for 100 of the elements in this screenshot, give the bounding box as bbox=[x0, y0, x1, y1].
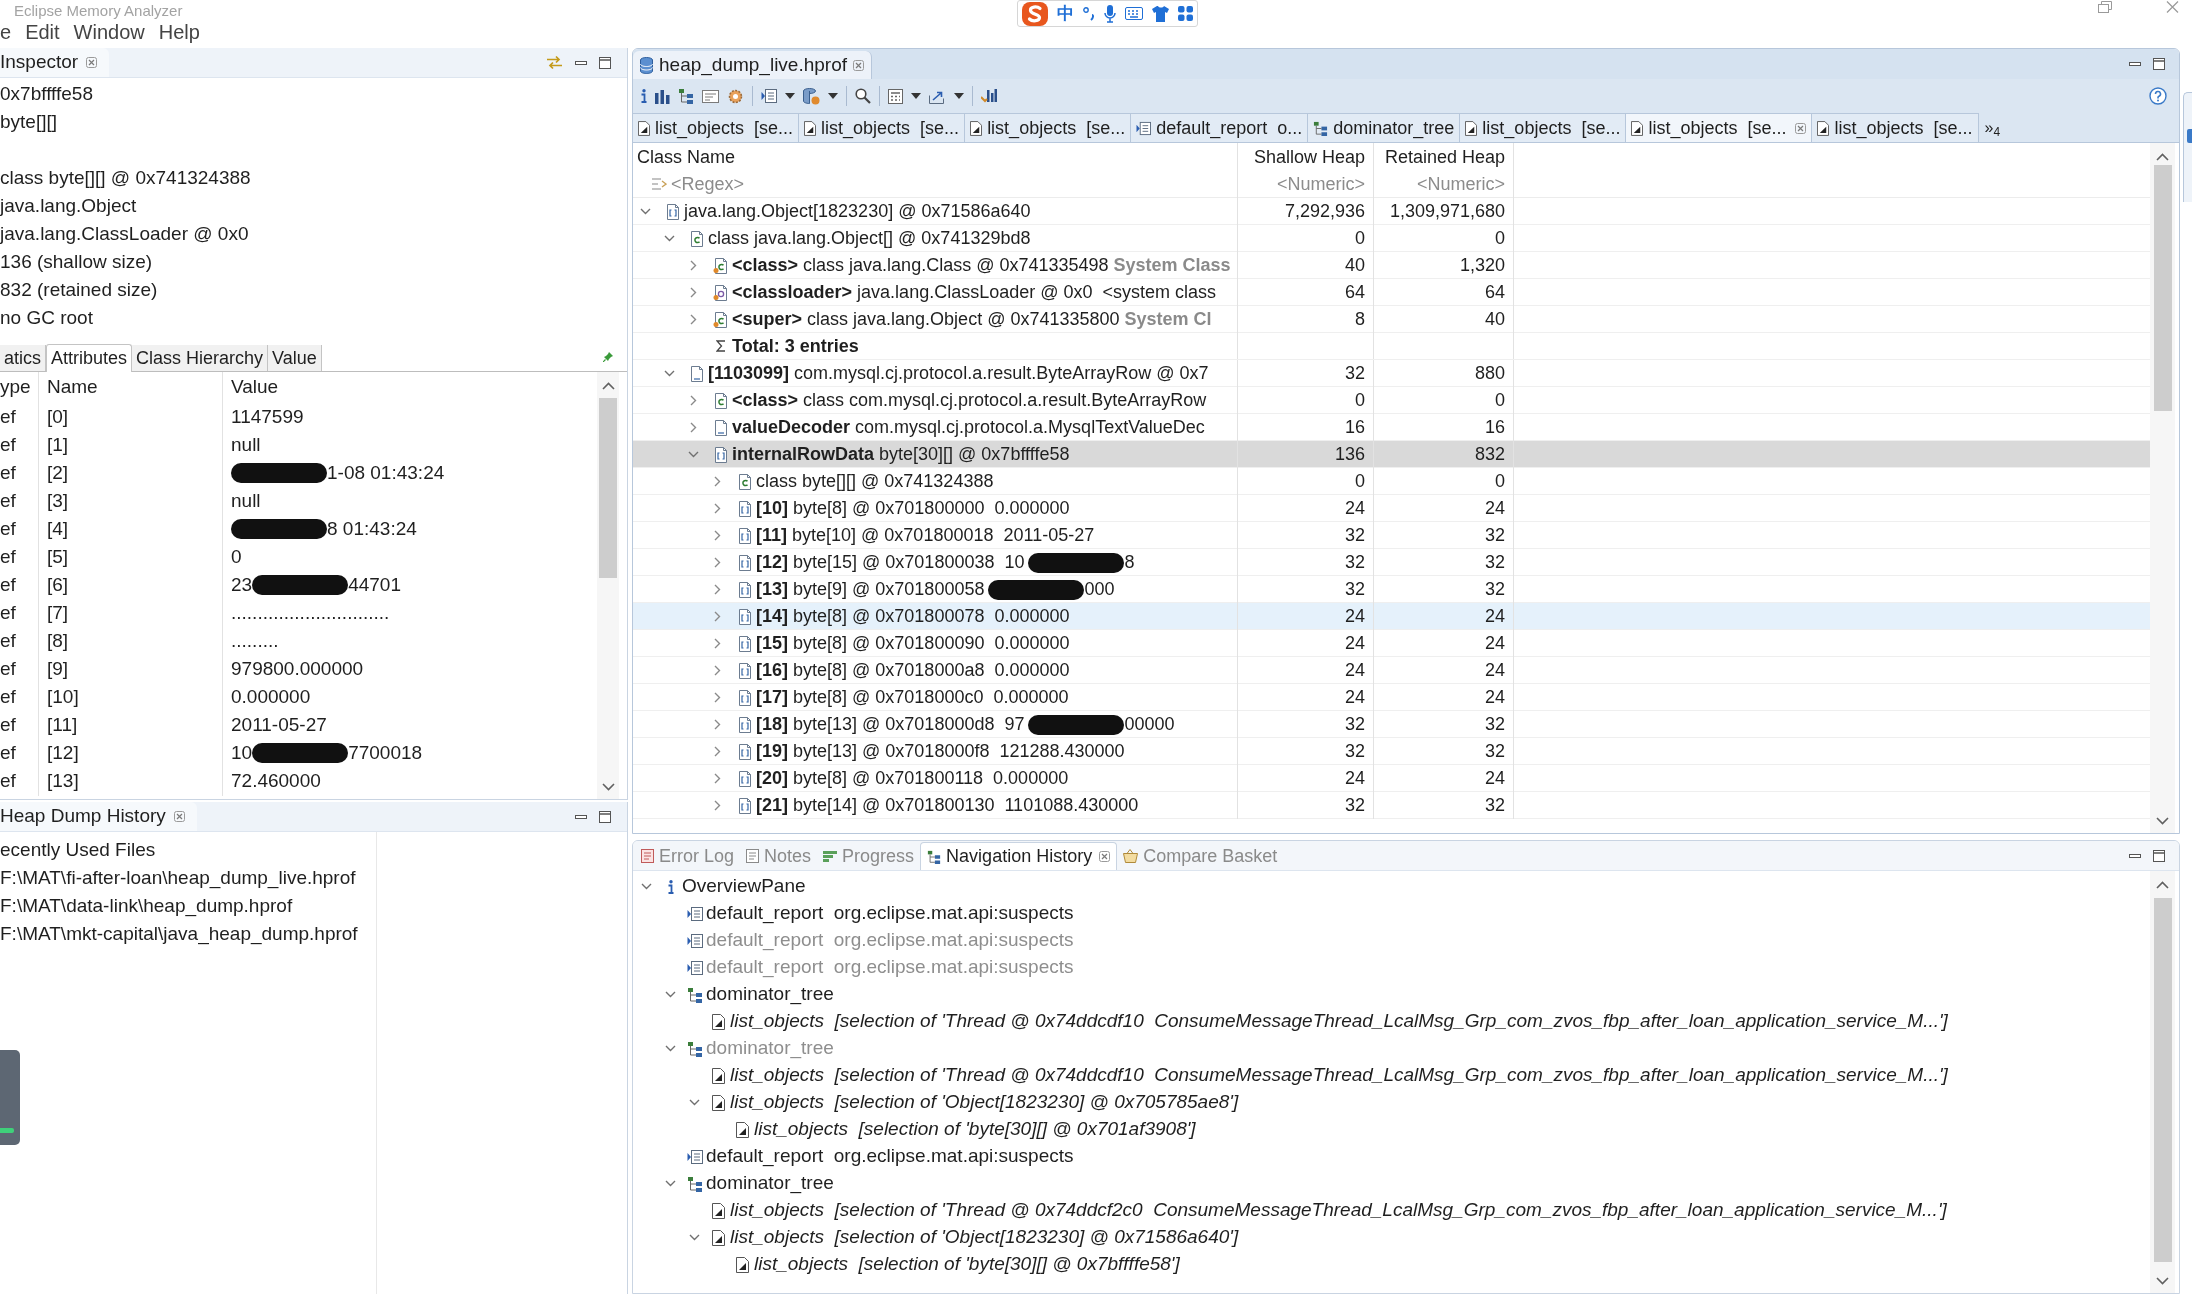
scrollbar-thumb[interactable] bbox=[2153, 165, 2172, 411]
tab[interactable]: Navigation History bbox=[920, 842, 1118, 870]
close-icon[interactable] bbox=[173, 811, 185, 822]
tree-row[interactable]: [18] byte[13] @ 0x7018000d8 97 00000 32 32 bbox=[633, 711, 2150, 738]
history-item[interactable]: list_objects [selection of 'Object[1823230] @ 0x71586a640'] bbox=[730, 1223, 1239, 1252]
chevron-right-icon[interactable] bbox=[689, 395, 697, 406]
close-icon[interactable] bbox=[853, 59, 865, 71]
tree-row[interactable]: [14] byte[8] @ 0x701800078 0.000000 24 24 bbox=[633, 603, 2150, 630]
chevron-down-icon[interactable] bbox=[688, 1234, 700, 1241]
microphone-icon[interactable] bbox=[1104, 4, 1116, 23]
chevron-right-icon[interactable] bbox=[713, 665, 721, 676]
chevron-right-icon[interactable] bbox=[713, 746, 721, 757]
chevron-down-icon[interactable] bbox=[664, 1180, 676, 1187]
panel-tab[interactable]: Inspector bbox=[0, 48, 110, 77]
scroll-down-icon[interactable] bbox=[2156, 817, 2169, 825]
chevron-down-icon[interactable] bbox=[639, 208, 651, 215]
file-item[interactable]: F:\MAT\data-link\heap_dump.hprof bbox=[0, 892, 376, 920]
maximize-icon[interactable] bbox=[2153, 58, 2165, 70]
caret-icon[interactable] bbox=[828, 93, 838, 99]
scroll-up-icon[interactable] bbox=[2156, 881, 2169, 889]
scroll-down-icon[interactable] bbox=[601, 783, 615, 791]
chevron-down-icon[interactable] bbox=[663, 235, 675, 242]
column-header[interactable]: Value bbox=[231, 373, 279, 402]
history-item[interactable]: default_report org.eclipse.mat.api:suspects bbox=[706, 1142, 1074, 1171]
scrollbar-thumb[interactable] bbox=[2153, 898, 2172, 1262]
chevron-right-icon[interactable] bbox=[713, 503, 721, 514]
tab-overflow[interactable]: »$_{4}$ bbox=[1984, 119, 2001, 136]
tab[interactable]: atics bbox=[0, 345, 46, 371]
help-icon[interactable] bbox=[2149, 87, 2167, 105]
caret-icon[interactable] bbox=[954, 93, 964, 99]
chevron-right-icon[interactable] bbox=[713, 611, 721, 622]
chevron-down-icon[interactable] bbox=[640, 883, 652, 890]
history-item[interactable]: dominator_tree bbox=[706, 1169, 834, 1198]
result-tab[interactable]: list_objects [se... bbox=[799, 113, 966, 142]
pin-icon[interactable] bbox=[603, 352, 613, 362]
chevron-down-icon[interactable] bbox=[664, 991, 676, 998]
keyboard-icon[interactable] bbox=[1125, 7, 1143, 20]
maximize-icon[interactable] bbox=[599, 56, 611, 69]
history-item[interactable]: OverviewPane bbox=[682, 872, 806, 901]
chevron-right-icon[interactable] bbox=[713, 638, 721, 649]
chevron-down-icon[interactable] bbox=[687, 451, 699, 458]
scroll-down-icon[interactable] bbox=[2156, 1277, 2169, 1285]
scroll-up-icon[interactable] bbox=[2156, 153, 2169, 161]
column-header[interactable]: ype bbox=[0, 373, 31, 402]
chevron-right-icon[interactable] bbox=[713, 530, 721, 541]
shirt-icon[interactable] bbox=[1152, 5, 1169, 22]
tree-row[interactable]: [11] byte[10] @ 0x701800018 2011-05-27 32 32 bbox=[633, 522, 2150, 549]
result-tab[interactable]: list_objects [se... bbox=[965, 113, 1132, 142]
history-item[interactable]: default_report org.eclipse.mat.api:suspects bbox=[706, 899, 1074, 928]
tree-row[interactable]: class java.lang.Object[] @ 0x741329bd8 0 0 bbox=[633, 225, 2150, 252]
chevron-right-icon[interactable] bbox=[713, 584, 721, 595]
chevron-right-icon[interactable] bbox=[689, 422, 697, 433]
tab[interactable]: Value bbox=[268, 345, 322, 371]
scrollbar[interactable] bbox=[597, 372, 619, 799]
column-header[interactable]: Shallow Heap bbox=[1253, 143, 1365, 171]
column-header[interactable]: Name bbox=[47, 373, 98, 402]
report-icon[interactable] bbox=[761, 88, 777, 104]
tree-row[interactable]: [21] byte[14] @ 0x701800130 1101088.430000 32 32 bbox=[633, 792, 2150, 819]
close-icon[interactable] bbox=[86, 57, 98, 68]
tree-row[interactable]: [12] byte[15] @ 0x701800038 10 8 32 32 bbox=[633, 549, 2150, 576]
minimize-icon[interactable] bbox=[575, 60, 587, 65]
history-item[interactable]: list_objects [selection of 'Thread @ 0x74ddcf2c0 ConsumeMessageThread_LcalMsg_Grp_com_zvos_fbp_after_loan_application_service_M...'] bbox=[730, 1196, 1947, 1225]
chevron-right-icon[interactable] bbox=[689, 287, 697, 298]
tree-row[interactable]: [10] byte[8] @ 0x701800000 0.000000 24 24 bbox=[633, 495, 2150, 522]
chevron-right-icon[interactable] bbox=[689, 260, 697, 271]
minimize-icon[interactable] bbox=[2129, 853, 2141, 858]
tree-row[interactable]: internalRowData byte[30][] @ 0x7bffffe58 136 832 bbox=[633, 441, 2150, 468]
tree-row[interactable]: class byte[][] @ 0x741324388 0 0 bbox=[633, 468, 2150, 495]
grid-icon[interactable] bbox=[1178, 6, 1193, 21]
chevron-right-icon[interactable] bbox=[713, 476, 721, 487]
tab[interactable]: Attributes bbox=[46, 344, 133, 372]
file-item[interactable]: F:\MAT\mkt-capital\java_heap_dump.hprof bbox=[0, 920, 376, 948]
result-tab[interactable]: list_objects [se... bbox=[1460, 113, 1627, 142]
tree-row[interactable]: [15] byte[8] @ 0x701800090 0.000000 24 24 bbox=[633, 630, 2150, 657]
result-tab[interactable]: list_objects [se... bbox=[1812, 113, 1979, 142]
close-icon[interactable] bbox=[1099, 851, 1111, 862]
column-header[interactable]: Class Name bbox=[637, 143, 736, 171]
tree-row[interactable]: <class> class java.lang.Class @ 0x741335498 System Class 40 1,320 bbox=[633, 252, 2150, 279]
panel-tab[interactable]: Heap Dump History bbox=[0, 802, 197, 831]
maximize-icon[interactable] bbox=[599, 810, 611, 823]
query-icon[interactable] bbox=[702, 89, 719, 103]
tree-row[interactable]: [1103099] com.mysql.cj.protocol.a.result.ByteArrayRow @ 0x7 32 880 bbox=[633, 360, 2150, 387]
tree-row[interactable]: java.lang.Object[1823230] @ 0x71586a640 7,292,936 1,309,971,680 bbox=[633, 198, 2150, 225]
editor-tab[interactable]: heap_dump_live.hprof bbox=[633, 51, 873, 79]
search-icon[interactable] bbox=[855, 88, 871, 104]
scroll-up-icon[interactable] bbox=[601, 382, 615, 390]
hierarchy-icon[interactable] bbox=[678, 88, 694, 104]
minimize-icon[interactable] bbox=[575, 814, 587, 819]
maximize-icon[interactable] bbox=[2153, 849, 2165, 862]
tree-row[interactable]: [16] byte[8] @ 0x7018000a8 0.000000 24 24 bbox=[633, 657, 2150, 684]
column-header[interactable]: Retained Heap bbox=[1384, 143, 1505, 171]
restore-icon[interactable] bbox=[2098, 1, 2112, 13]
scrollbar[interactable] bbox=[2150, 143, 2175, 833]
tab[interactable]: Class Hierarchy bbox=[132, 345, 269, 371]
result-tab[interactable]: list_objects [se... bbox=[1626, 113, 1813, 142]
chevron-right-icon[interactable] bbox=[713, 692, 721, 703]
history-item[interactable]: dominator_tree bbox=[706, 980, 834, 1009]
history-item[interactable]: list_objects [selection of 'byte[30][] @ 0x7bffffe58'] bbox=[754, 1250, 1180, 1279]
tree-row[interactable]: <super> class java.lang.Object @ 0x741335800 System Cl 8 40 bbox=[633, 306, 2150, 333]
bar-chart-icon[interactable] bbox=[655, 88, 670, 104]
